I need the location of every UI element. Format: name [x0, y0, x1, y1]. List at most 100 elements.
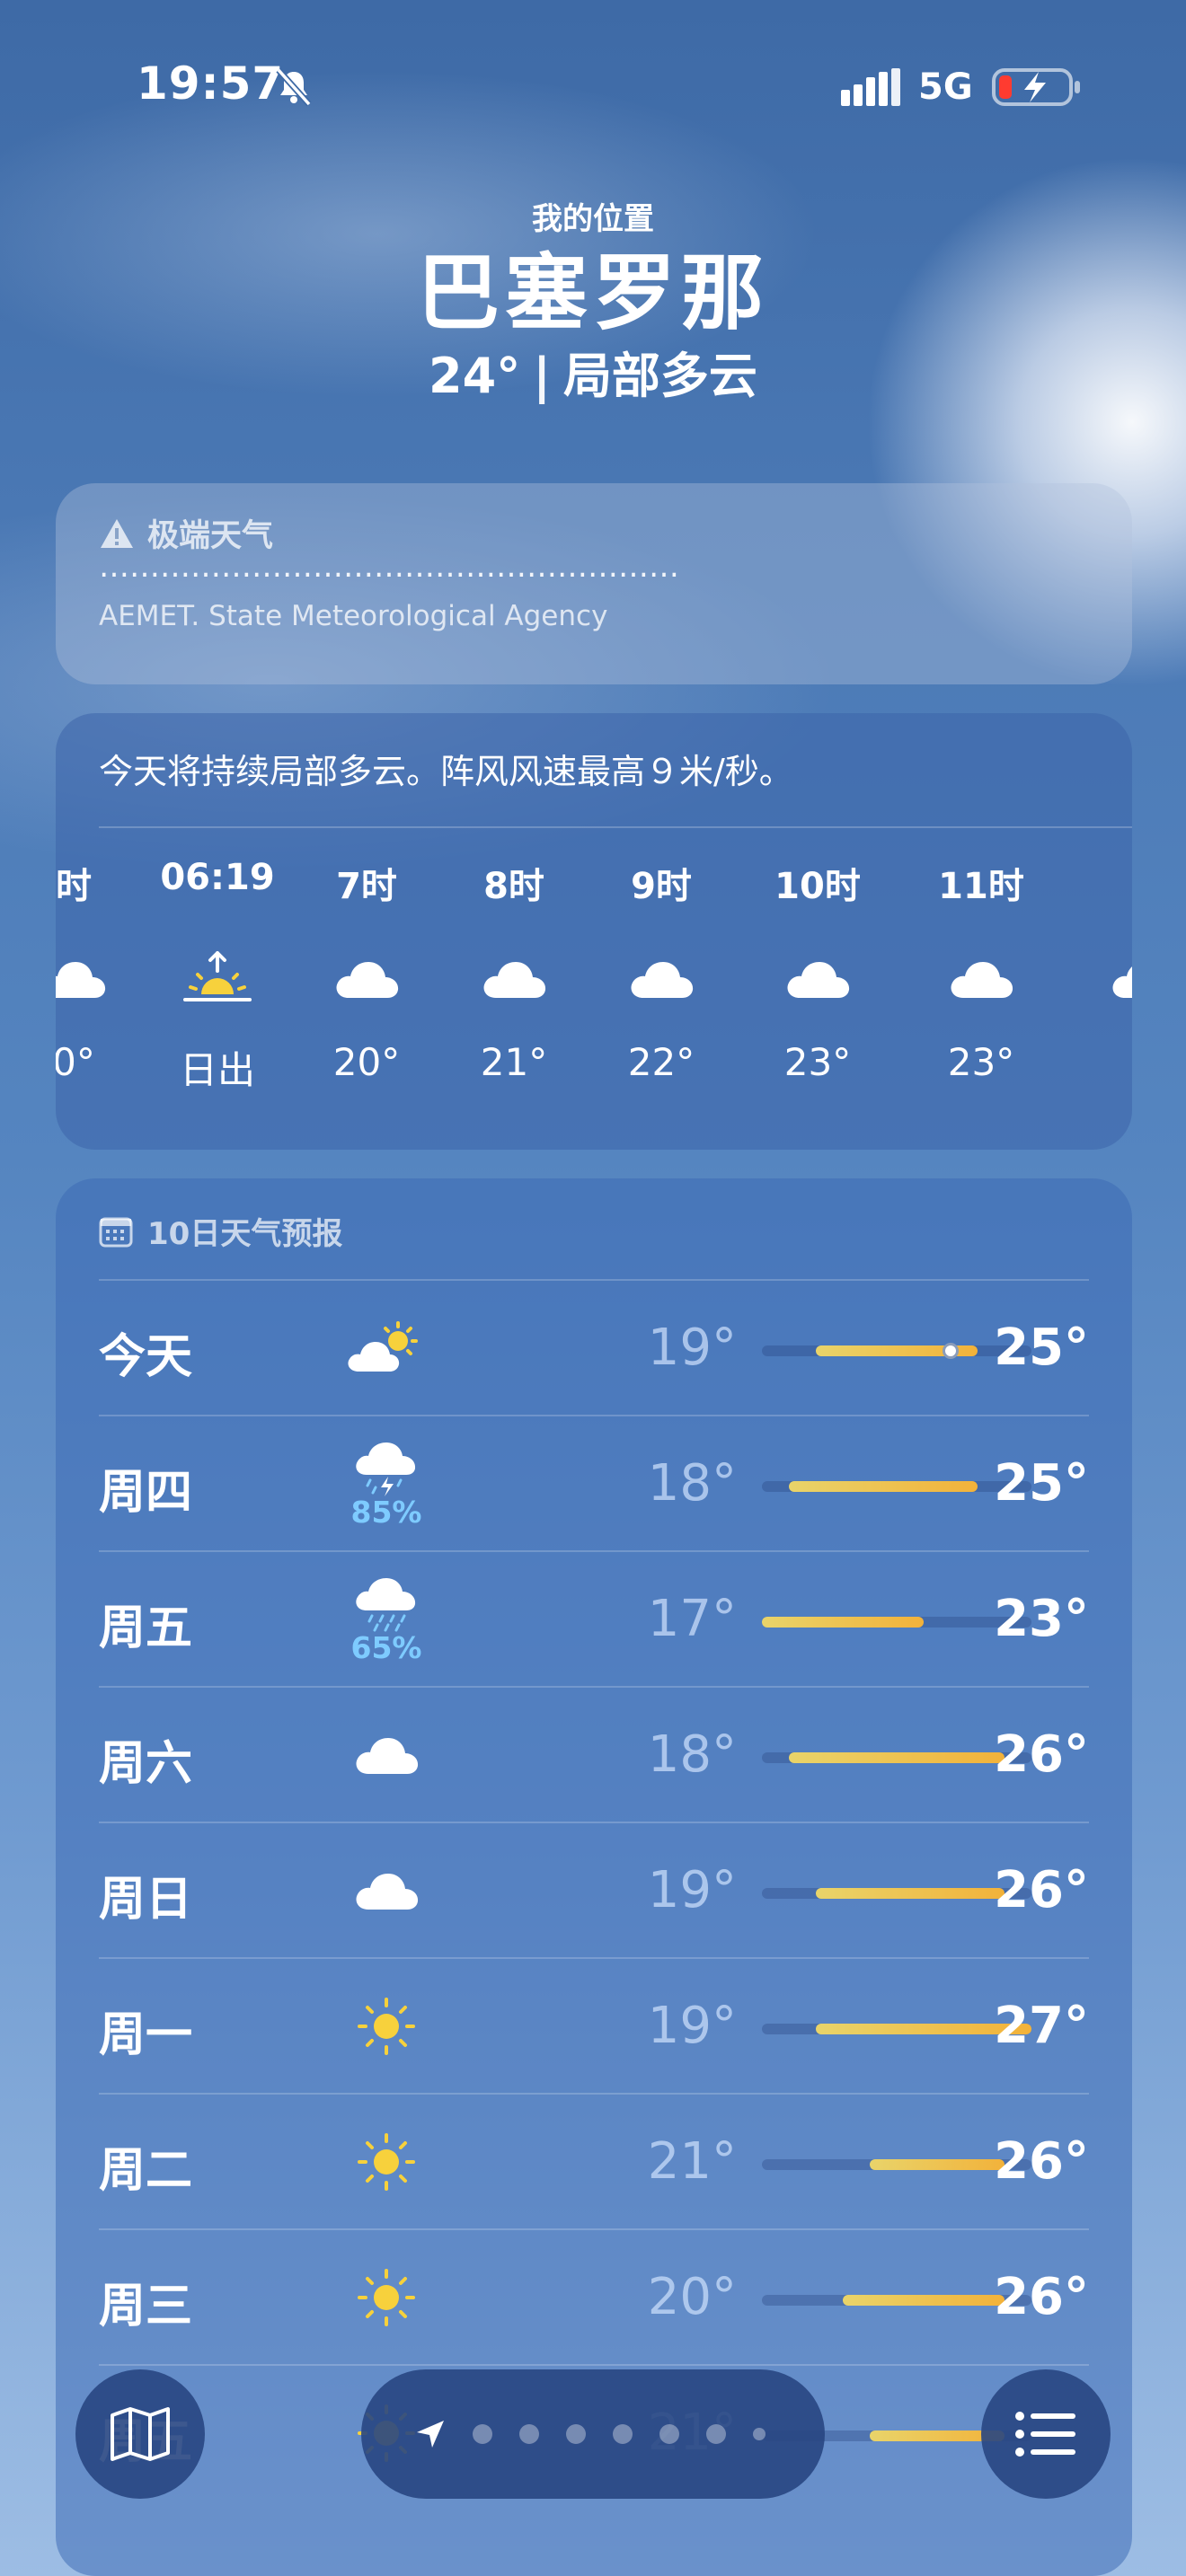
- cloud-icon: [589, 934, 733, 1024]
- severe-weather-card[interactable]: 极端天气 ………………………………………………… AEMET. State Me…: [56, 483, 1132, 684]
- page-dot: [659, 2424, 679, 2444]
- cellular-signal-icon: [841, 68, 900, 106]
- alert-body-text: …………………………………………………: [99, 566, 679, 585]
- map-icon: [111, 2407, 170, 2461]
- cloud-icon: [1071, 934, 1132, 1024]
- page-dot: [566, 2424, 586, 2444]
- current-temp: 24°: [429, 348, 521, 404]
- forecast-day: 周四: [99, 1466, 193, 1520]
- hour-time: 8时: [483, 866, 544, 907]
- forecast-row[interactable]: 周四 85% 18° 25°: [99, 1415, 1089, 1549]
- forecast-row[interactable]: 周日 19° 26°: [99, 1822, 1089, 1956]
- location-header: 我的位置 巴塞罗那 24° | 局部多云: [0, 199, 1186, 410]
- sunrise-icon: [146, 934, 289, 1024]
- temp-range-fill: [762, 1617, 924, 1628]
- hour-temp: 20°: [332, 1040, 401, 1084]
- forecast-row[interactable]: 周二 21° 26°: [99, 2093, 1089, 2228]
- temp-range-bar: [762, 1481, 1031, 1492]
- hour-column: 7时 20°: [295, 857, 438, 1084]
- forecast-low: 20°: [647, 2268, 737, 2326]
- precip-chance: 65%: [350, 1629, 422, 1665]
- hour-column: 8时 21°: [442, 857, 586, 1084]
- page-dot: [519, 2424, 539, 2444]
- hour-time: 06:19: [160, 857, 275, 898]
- cloud-icon: [341, 1706, 431, 1804]
- forecast-low: 17°: [647, 1590, 737, 1648]
- forecast-low: 21°: [647, 2132, 737, 2191]
- calendar-icon: [99, 1217, 133, 1247]
- temp-range-bar: [762, 2295, 1031, 2306]
- hour-temp: 2: [1071, 1040, 1132, 1084]
- cloud-icon: [341, 1841, 431, 1940]
- hour-time: 10时: [774, 866, 861, 907]
- alert-header: 极端天气: [99, 510, 273, 556]
- forecast-high: 25°: [994, 1454, 1089, 1513]
- forecast-low: 18°: [647, 1725, 737, 1784]
- page-dot: [706, 2424, 726, 2444]
- forecast-row[interactable]: 周三 20° 26°: [99, 2228, 1089, 2363]
- page-dot: [613, 2424, 633, 2444]
- page-indicator[interactable]: [361, 2369, 825, 2499]
- temp-range-bar: [762, 2024, 1031, 2034]
- hour-column: 11时 23°: [909, 857, 1053, 1084]
- list-icon: [1015, 2412, 1075, 2457]
- alert-body: …………………………………………………: [99, 566, 1087, 587]
- forecast-high: 26°: [994, 1861, 1089, 1919]
- current-condition-text: 局部多云: [562, 348, 757, 404]
- hour-temp: 23°: [783, 1040, 852, 1084]
- bottom-toolbar: [0, 2366, 1186, 2501]
- hourly-summary: 今天将持续局部多云。阵风风速最高９米/秒。: [99, 752, 793, 791]
- forecast-high: 27°: [994, 1997, 1089, 2055]
- hour-temp: 22°: [627, 1040, 695, 1084]
- alert-title: 极端天气: [147, 518, 274, 554]
- forecast-day: 周三: [99, 2280, 193, 2333]
- partly-cloudy-icon: [341, 1299, 431, 1398]
- hour-column: 时 0°: [56, 857, 146, 1084]
- temp-range-fill: [870, 2159, 1005, 2170]
- forecast-high: 23°: [994, 1590, 1089, 1648]
- hourly-forecast-card[interactable]: 今天将持续局部多云。阵风风速最高９米/秒。 时 0° 06:19 日出 7时 20° 8时 2…: [56, 713, 1132, 1150]
- city-name: 巴塞罗那: [416, 245, 769, 341]
- forecast-row[interactable]: 今天 19° 25°: [99, 1279, 1089, 1414]
- cloud-icon: [909, 934, 1053, 1024]
- page-dot: [473, 2424, 492, 2444]
- forecast-day: 周五: [99, 1601, 193, 1655]
- forecast-row[interactable]: 周五 65% 17° 23°: [99, 1550, 1089, 1685]
- map-button[interactable]: [75, 2369, 205, 2499]
- sun-icon: [341, 2113, 431, 2211]
- bell-slash-icon: [276, 67, 312, 107]
- location-list-button[interactable]: [981, 2369, 1111, 2499]
- hour-time: 9时: [631, 866, 692, 907]
- hour-column: 06:19 日出: [146, 857, 289, 1095]
- forecast-low: 19°: [647, 1997, 737, 2055]
- page-dot: [753, 2428, 766, 2440]
- forecast-day: 周二: [99, 2144, 193, 2198]
- hour-column: 10时 23°: [746, 857, 890, 1084]
- hour-time: 11时: [938, 866, 1024, 907]
- temp-range-fill: [789, 1752, 1005, 1763]
- forecast-row[interactable]: 周六 18° 26°: [99, 1686, 1089, 1821]
- status-bar: 19:57 5G: [0, 0, 1186, 171]
- warning-icon: [101, 518, 133, 548]
- hour-column: 9时 22°: [589, 857, 733, 1084]
- hour-time: 时: [56, 866, 92, 907]
- precip-chance: 85%: [350, 1494, 422, 1530]
- status-time: 19:57: [137, 57, 285, 110]
- temp-range-bar: [762, 1343, 1031, 1359]
- temp-range-fill: [789, 1481, 978, 1492]
- conditions-separator: |: [533, 348, 551, 404]
- sun-icon: [341, 2248, 431, 2347]
- forecast-day: 今天: [99, 1330, 193, 1384]
- forecast-high: 26°: [994, 1725, 1089, 1784]
- cloud-icon: [56, 934, 146, 1024]
- hour-time: 7时: [336, 866, 397, 907]
- forecast-header: 10日天气预报: [99, 1209, 342, 1253]
- hour-temp: 21°: [480, 1040, 548, 1084]
- forecast-row[interactable]: 周一 19° 27°: [99, 1957, 1089, 2092]
- temp-range-bar: [762, 1617, 1031, 1628]
- location-subtitle: 我的位置: [532, 201, 654, 237]
- location-arrow-icon: [417, 2421, 444, 2448]
- current-conditions: 24° | 局部多云: [0, 343, 1186, 410]
- temp-range-bar: [762, 2159, 1031, 2170]
- forecast-low: 19°: [647, 1861, 737, 1919]
